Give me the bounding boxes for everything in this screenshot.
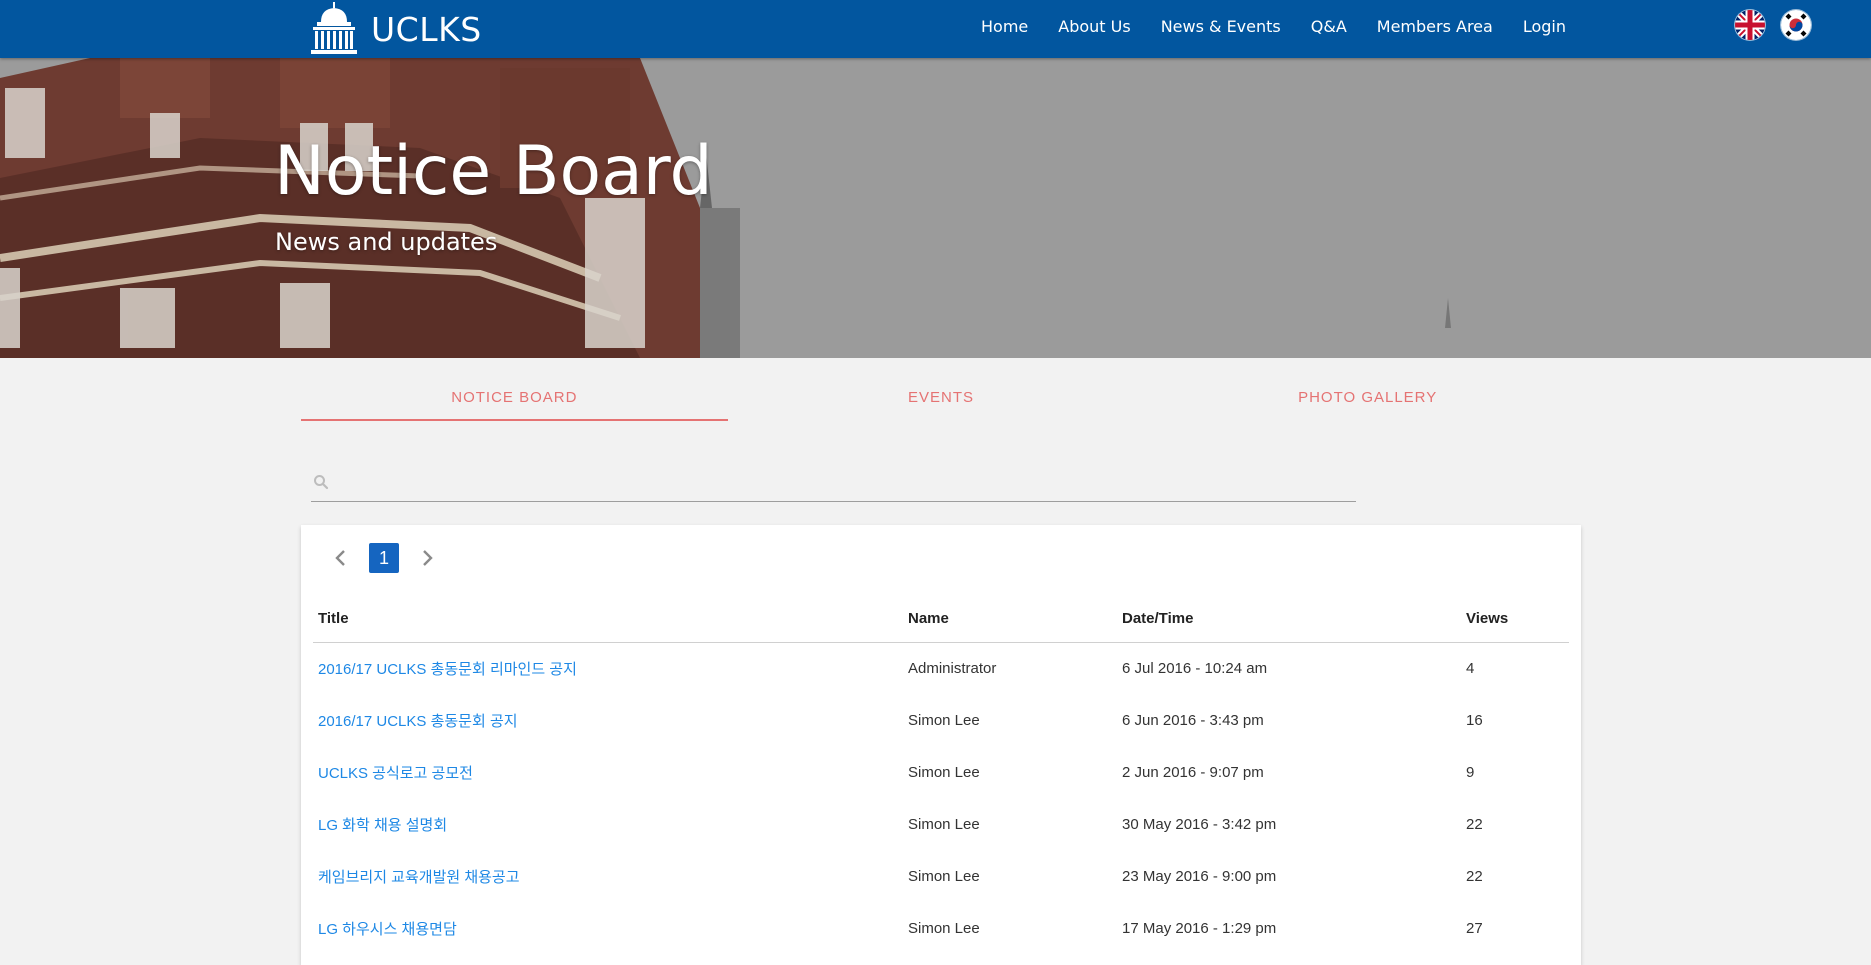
hero-banner: Notice Board News and updates [0,58,1871,358]
page-subtitle: News and updates [275,228,498,256]
notice-title-link[interactable]: 2016/17 UCLKS 총동문회 공지 [313,694,903,746]
notice-title-link[interactable]: 2016/17 UCLKS 총동문회 리마인드 공지 [313,642,903,694]
main-nav-menu: Home About Us News & Events Q&A Members … [951,0,1566,53]
university-building-logo-icon [311,2,357,54]
table-header-row: Title Name Date/Time Views [313,595,1569,643]
table-row[interactable]: LG 하우시스 채용면담 Simon Lee 17 May 2016 - 1:2… [313,902,1569,954]
notice-author: Simon Lee [908,919,980,937]
notice-datetime: 30 May 2016 - 3:42 pm [1122,815,1277,833]
notice-author: Simon Lee [908,867,980,885]
notice-views: 4 [1466,659,1475,677]
notice-views: 16 [1466,711,1483,729]
notice-views: 22 [1466,867,1483,885]
top-navbar: UCLKS Home About Us News & Events Q&A Me… [0,0,1871,58]
notice-table: Title Name Date/Time Views 2016/17 UCLKS… [313,595,1569,954]
tab-notice-board[interactable]: NOTICE BOARD [301,377,728,421]
nav-home[interactable]: Home [981,17,1028,36]
search-bar [311,462,1356,502]
notice-datetime: 2 Jun 2016 - 9:07 pm [1122,763,1264,781]
notice-title-link[interactable]: 케임브리지 교육개발원 채용공고 [313,850,903,902]
notice-datetime: 17 May 2016 - 1:29 pm [1122,919,1277,937]
notice-title-link[interactable]: UCLKS 공식로고 공모전 [313,746,903,798]
section-tabs: NOTICE BOARD EVENTS PHOTO GALLERY [301,377,1581,421]
column-header-name[interactable]: Name [903,595,1117,643]
nav-news-events[interactable]: News & Events [1161,17,1281,36]
nav-login[interactable]: Login [1523,17,1566,36]
notice-views: 9 [1466,763,1475,781]
tab-events[interactable]: EVENTS [728,377,1155,421]
nav-members-area[interactable]: Members Area [1377,17,1493,36]
language-switcher [1719,10,1811,40]
search-icon [314,475,329,490]
notice-board-card: 1 Title Name Date/Time Views 2016/17 UCL… [301,525,1581,965]
notice-author: Simon Lee [908,711,980,729]
column-header-title[interactable]: Title [313,595,903,643]
search-input[interactable] [339,468,1349,496]
nav-about-us[interactable]: About Us [1058,17,1130,36]
column-header-views[interactable]: Views [1461,595,1569,643]
notice-author: Administrator [908,659,997,677]
notice-title-link[interactable]: LG 화학 채용 설명회 [313,798,903,850]
nav-qa[interactable]: Q&A [1311,17,1347,36]
tab-photo-gallery[interactable]: PHOTO GALLERY [1154,377,1581,421]
english-flag-icon[interactable] [1735,10,1765,40]
page-number-current[interactable]: 1 [369,543,399,573]
korean-flag-icon[interactable] [1781,10,1811,40]
brand-home-link[interactable]: UCLKS [305,0,482,58]
notice-views: 27 [1466,919,1483,937]
notice-author: Simon Lee [908,815,980,833]
notice-datetime: 6 Jun 2016 - 3:43 pm [1122,711,1264,729]
chevron-left-icon[interactable] [329,546,353,570]
notice-author: Simon Lee [908,763,980,781]
table-row[interactable]: 2016/17 UCLKS 총동문회 리마인드 공지 Administrator… [313,642,1569,694]
notice-views: 22 [1466,815,1483,833]
table-row[interactable]: 케임브리지 교육개발원 채용공고 Simon Lee 23 May 2016 -… [313,850,1569,902]
table-row[interactable]: UCLKS 공식로고 공모전 Simon Lee 2 Jun 2016 - 9:… [313,746,1569,798]
notice-datetime: 23 May 2016 - 9:00 pm [1122,867,1277,885]
brand-name: UCLKS [371,9,482,49]
page-title: Notice Board [274,132,713,211]
table-row[interactable]: LG 화학 채용 설명회 Simon Lee 30 May 2016 - 3:4… [313,798,1569,850]
column-header-datetime[interactable]: Date/Time [1117,595,1461,643]
notice-title-link[interactable]: LG 하우시스 채용면담 [313,902,903,954]
pagination: 1 [329,543,439,573]
table-row[interactable]: 2016/17 UCLKS 총동문회 공지 Simon Lee 6 Jun 20… [313,694,1569,746]
chevron-right-icon[interactable] [415,546,439,570]
notice-datetime: 6 Jul 2016 - 10:24 am [1122,659,1268,677]
